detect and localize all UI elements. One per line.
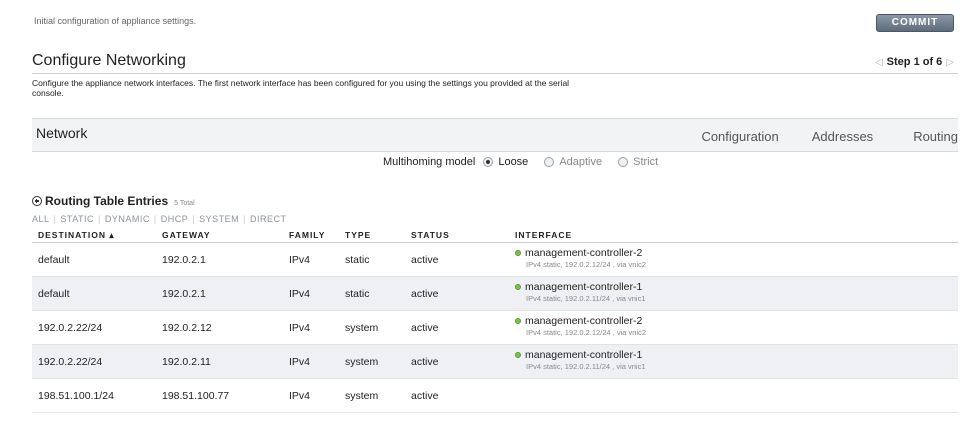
intro-text: Initial configuration of appliance setti… bbox=[34, 16, 197, 26]
next-step-icon[interactable]: ▷︎ bbox=[946, 57, 954, 68]
cell-type: static bbox=[345, 288, 370, 300]
routing-table-header: Routing Table Entries 5 Total bbox=[32, 194, 195, 208]
cell-interface: management-controller-2 IPv4 static, 192… bbox=[515, 315, 646, 337]
radio-strict[interactable]: Strict bbox=[618, 156, 658, 168]
filter-all[interactable]: ALL bbox=[32, 214, 50, 224]
interface-detail: IPv4 static, 192.0.2.11/24 , via vnic1 bbox=[526, 362, 646, 371]
routing-table: DESTINATION ▴ GATEWAY FAMILY TYPE STATUS… bbox=[32, 225, 958, 413]
title-divider bbox=[32, 73, 958, 74]
table-header-row: DESTINATION ▴ GATEWAY FAMILY TYPE STATUS… bbox=[32, 225, 958, 243]
column-family[interactable]: FAMILY bbox=[289, 230, 325, 240]
cell-gateway: 192.0.2.1 bbox=[162, 288, 206, 300]
interface-name: management-controller-1 bbox=[525, 349, 643, 361]
column-gateway[interactable]: GATEWAY bbox=[162, 230, 211, 240]
radio-selected-icon[interactable] bbox=[483, 157, 494, 167]
radio-loose[interactable]: Loose bbox=[483, 156, 528, 168]
table-row[interactable]: 192.0.2.22/24 192.0.2.12 IPv4 system act… bbox=[32, 311, 958, 345]
status-active-icon bbox=[515, 352, 521, 358]
status-active-icon bbox=[515, 284, 521, 290]
tab-routing[interactable]: Routing bbox=[913, 129, 958, 144]
cell-family: IPv4 bbox=[289, 322, 311, 334]
cell-gateway: 192.0.2.1 bbox=[162, 254, 206, 266]
tab-addresses[interactable]: Addresses bbox=[812, 129, 873, 144]
cell-interface: management-controller-1 IPv4 static, 192… bbox=[515, 349, 646, 371]
filter-dynamic[interactable]: DYNAMIC bbox=[105, 214, 150, 224]
cell-destination: 198.51.100.1/24 bbox=[38, 390, 114, 402]
step-label: Step 1 of 6 bbox=[886, 56, 943, 68]
filter-static[interactable]: STATIC bbox=[60, 214, 94, 224]
interface-detail: IPv4 static, 192.0.2.12/24 , via vnic2 bbox=[526, 328, 647, 337]
table-row[interactable]: default 192.0.2.1 IPv4 static active man… bbox=[32, 277, 958, 311]
radio-strict-label: Strict bbox=[633, 156, 659, 168]
commit-button[interactable]: COMMIT bbox=[876, 14, 954, 32]
cell-family: IPv4 bbox=[289, 254, 311, 266]
cell-destination: default bbox=[38, 288, 70, 300]
route-filters: ALL | STATIC | DYNAMIC | DHCP | SYSTEM | DIRECT bbox=[32, 214, 286, 224]
radio-adaptive[interactable]: Adaptive bbox=[544, 156, 602, 168]
filter-dhcp[interactable]: DHCP bbox=[161, 214, 189, 224]
tab-configuration[interactable]: Configuration bbox=[701, 129, 778, 144]
cell-status: active bbox=[411, 254, 439, 266]
previous-step-icon[interactable]: ◁︎ bbox=[875, 57, 883, 68]
column-type[interactable]: TYPE bbox=[345, 230, 371, 240]
cell-destination: 192.0.2.22/24 bbox=[38, 356, 103, 368]
table-row[interactable]: 198.51.100.1/24 198.51.100.77 IPv4 syste… bbox=[32, 379, 958, 413]
cell-interface: management-controller-1 IPv4 static, 192… bbox=[515, 281, 646, 303]
cell-interface: management-controller-2 IPv4 static, 192… bbox=[515, 247, 646, 269]
radio-unselected-icon[interactable] bbox=[618, 157, 629, 167]
table-row[interactable]: default 192.0.2.1 IPv4 static active man… bbox=[32, 243, 958, 277]
cell-type: system bbox=[345, 356, 379, 368]
multihoming-label: Multihoming model bbox=[383, 156, 476, 168]
cell-status: active bbox=[411, 288, 439, 300]
cell-type: static bbox=[345, 254, 370, 266]
cell-destination: default bbox=[38, 254, 70, 266]
filter-separator: | bbox=[153, 214, 157, 224]
filter-direct[interactable]: DIRECT bbox=[250, 214, 287, 224]
cell-family: IPv4 bbox=[289, 288, 311, 300]
filter-system[interactable]: SYSTEM bbox=[199, 214, 239, 224]
interface-name: management-controller-2 bbox=[525, 315, 643, 327]
section-title: Network bbox=[36, 125, 88, 141]
section-tabs: Configuration Addresses Routing bbox=[701, 129, 958, 144]
multihoming-model: Multihoming model Loose Adaptive Strict bbox=[383, 156, 674, 168]
cell-gateway: 198.51.100.77 bbox=[162, 390, 230, 402]
step-navigator: ◁︎ Step 1 of 6 ▷︎ bbox=[875, 56, 954, 68]
interface-name: management-controller-1 bbox=[525, 281, 643, 293]
column-interface[interactable]: INTERFACE bbox=[515, 230, 572, 240]
status-active-icon bbox=[515, 318, 521, 324]
column-destination[interactable]: DESTINATION ▴ bbox=[38, 230, 115, 241]
page-description: Configure the appliance network interfac… bbox=[32, 78, 570, 98]
status-active-icon bbox=[515, 250, 521, 256]
cell-type: system bbox=[345, 390, 379, 402]
cell-gateway: 192.0.2.12 bbox=[162, 322, 212, 334]
cell-type: system bbox=[345, 322, 379, 334]
filter-separator: | bbox=[98, 214, 101, 224]
cell-status: active bbox=[411, 322, 439, 334]
page-title: Configure Networking bbox=[32, 52, 186, 69]
cell-gateway: 192.0.2.11 bbox=[162, 356, 211, 368]
cell-status: active bbox=[411, 390, 439, 402]
routing-total-count: 5 Total bbox=[174, 200, 195, 207]
cell-status: active bbox=[411, 356, 439, 368]
cell-destination: 192.0.2.22/24 bbox=[38, 322, 103, 334]
radio-loose-label: Loose bbox=[498, 156, 529, 168]
radio-unselected-icon[interactable] bbox=[544, 157, 555, 167]
cell-family: IPv4 bbox=[289, 356, 311, 368]
column-status[interactable]: STATUS bbox=[411, 230, 450, 240]
table-row[interactable]: 192.0.2.22/24 192.0.2.11 IPv4 system act… bbox=[32, 345, 958, 379]
filter-separator: | bbox=[53, 214, 57, 224]
filter-separator: | bbox=[243, 214, 246, 224]
appliance-config-page: Initial configuration of appliance setti… bbox=[20, 6, 958, 432]
network-section-bar: Network Configuration Addresses Routing bbox=[32, 118, 958, 152]
cell-family: IPv4 bbox=[289, 390, 311, 402]
interface-detail: IPv4 static, 192.0.2.12/24 , via vnic2 bbox=[526, 260, 647, 269]
radio-adaptive-label: Adaptive bbox=[559, 156, 603, 168]
filter-separator: | bbox=[192, 214, 196, 224]
routing-table-title: Routing Table Entries bbox=[45, 194, 169, 208]
interface-name: management-controller-2 bbox=[525, 247, 643, 259]
interface-detail: IPv4 static, 192.0.2.11/24 , via vnic1 bbox=[526, 294, 646, 303]
add-route-icon[interactable] bbox=[32, 196, 42, 206]
